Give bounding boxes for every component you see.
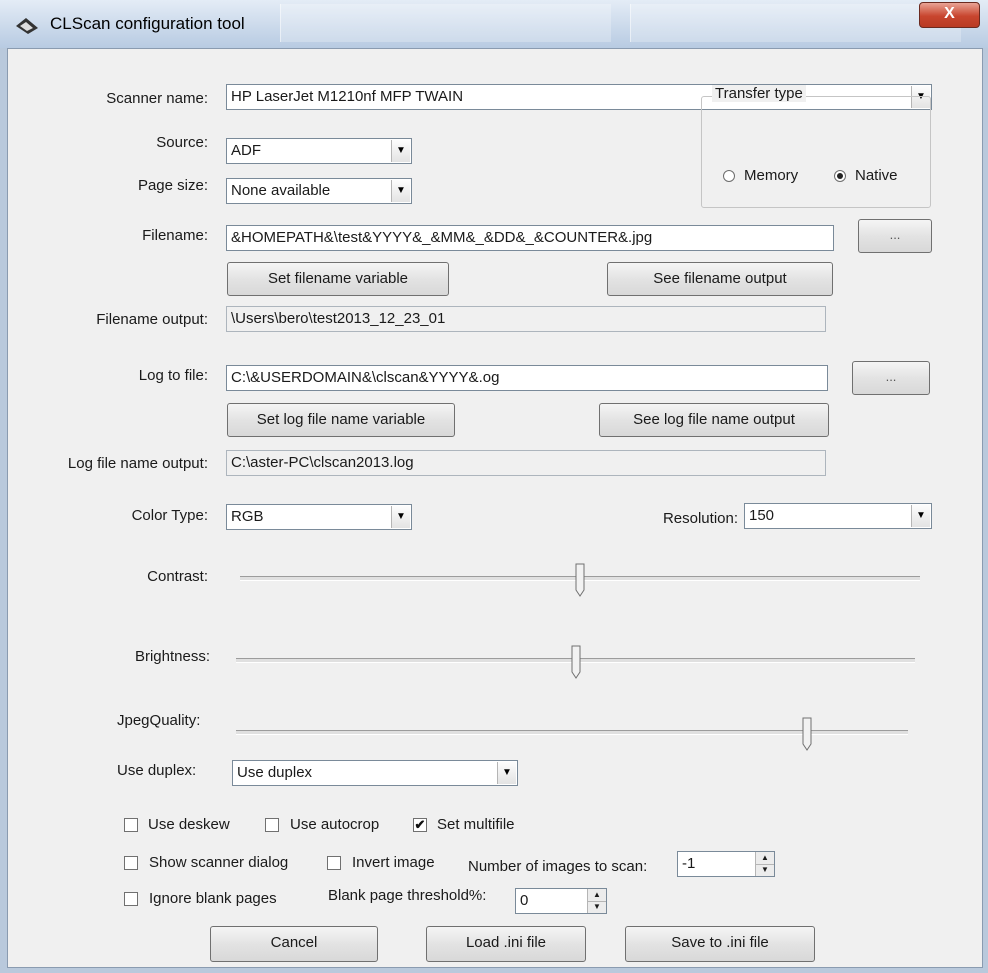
- transfer-type-title: Transfer type: [712, 85, 806, 102]
- log-file-browse-button[interactable]: ...: [852, 361, 930, 395]
- use-deskew-label[interactable]: Use deskew: [148, 816, 230, 833]
- contrast-slider-thumb[interactable]: [575, 563, 585, 597]
- use-duplex-label: Use duplex:: [117, 762, 197, 779]
- native-radio[interactable]: [834, 170, 846, 182]
- set-multifile-label[interactable]: Set multifile: [437, 816, 515, 833]
- save-ini-button[interactable]: Save to .ini file: [625, 926, 815, 962]
- source-select[interactable]: ADF ▼: [226, 138, 412, 164]
- contrast-label: Contrast:: [147, 568, 208, 585]
- memory-radio-label[interactable]: Memory: [744, 167, 798, 184]
- number-of-images-spinner[interactable]: -1 ▲ ▼: [677, 851, 775, 877]
- invert-image-checkbox[interactable]: [327, 856, 341, 870]
- resolution-value: 150: [749, 507, 775, 524]
- set-multifile-checkbox[interactable]: ✔: [413, 818, 427, 832]
- spin-down-icon[interactable]: ▼: [756, 864, 774, 876]
- brightness-label: Brightness:: [134, 648, 210, 665]
- color-type-value: RGB: [231, 508, 264, 525]
- use-deskew-checkbox[interactable]: [124, 818, 138, 832]
- page-size-select[interactable]: None available ▼: [226, 178, 412, 204]
- filename-browse-button[interactable]: ...: [858, 219, 932, 253]
- transfer-type-group: [701, 96, 931, 208]
- blank-threshold-spinner[interactable]: 0 ▲ ▼: [515, 888, 607, 914]
- number-of-images-label: Number of images to scan:: [468, 858, 648, 875]
- app-icon: [16, 18, 38, 34]
- chevron-down-icon[interactable]: ▼: [391, 140, 410, 162]
- background-window-ghost: [630, 4, 961, 42]
- use-duplex-value: Use duplex: [237, 764, 313, 781]
- chevron-down-icon[interactable]: ▼: [391, 180, 410, 202]
- brightness-slider-thumb[interactable]: [571, 645, 581, 679]
- show-scanner-dialog-checkbox[interactable]: [124, 856, 138, 870]
- scanner-name-value: HP LaserJet M1210nf MFP TWAIN: [231, 88, 464, 105]
- scanner-name-label: Scanner name:: [106, 90, 208, 107]
- chevron-down-icon[interactable]: ▼: [391, 506, 410, 528]
- use-duplex-select[interactable]: Use duplex ▼: [232, 760, 518, 786]
- color-type-select[interactable]: RGB ▼: [226, 504, 412, 530]
- chevron-down-icon[interactable]: ▼: [911, 505, 930, 527]
- cancel-button[interactable]: Cancel: [210, 926, 378, 962]
- load-ini-button[interactable]: Load .ini file: [426, 926, 586, 962]
- ignore-blank-pages-checkbox[interactable]: [124, 892, 138, 906]
- log-output-field: C:\aster-PC\clscan2013.log: [226, 450, 826, 476]
- chevron-down-icon[interactable]: ▼: [497, 762, 516, 784]
- ignore-blank-pages-label[interactable]: Ignore blank pages: [149, 890, 277, 907]
- filename-output-field: \Users\bero\test2013_12_23_01: [226, 306, 826, 332]
- source-value: ADF: [231, 142, 261, 159]
- set-filename-variable-button[interactable]: Set filename variable: [227, 262, 449, 296]
- filename-output-label: Filename output:: [96, 311, 208, 328]
- see-log-output-button[interactable]: See log file name output: [599, 403, 829, 437]
- title-bar: CLScan configuration tool X: [0, 0, 988, 48]
- see-filename-output-button[interactable]: See filename output: [607, 262, 833, 296]
- native-radio-label[interactable]: Native: [855, 167, 898, 184]
- resolution-label: Resolution:: [662, 510, 738, 527]
- log-file-input[interactable]: C:\&USERDOMAIN&\clscan&YYYY&.og: [226, 365, 828, 391]
- filename-input[interactable]: &HOMEPATH&\test&YYYY&_&MM&_&DD&_&COUNTER…: [226, 225, 834, 251]
- show-scanner-dialog-label[interactable]: Show scanner dialog: [149, 854, 288, 871]
- color-type-label: Color Type:: [131, 507, 208, 524]
- page-size-label: Page size:: [137, 177, 208, 194]
- background-window-ghost: [280, 4, 611, 42]
- source-label: Source:: [156, 134, 208, 151]
- log-output-label: Log file name output:: [67, 455, 208, 472]
- memory-radio[interactable]: [723, 170, 735, 182]
- jpeg-quality-label: JpegQuality:: [117, 712, 201, 729]
- number-of-images-value: -1: [682, 855, 696, 872]
- spin-down-icon[interactable]: ▼: [588, 901, 606, 913]
- use-autocrop-label[interactable]: Use autocrop: [290, 816, 379, 833]
- blank-threshold-label: Blank page threshold%:: [328, 887, 487, 904]
- set-log-variable-button[interactable]: Set log file name variable: [227, 403, 455, 437]
- filename-label: Filename:: [142, 227, 208, 244]
- resolution-select[interactable]: 150 ▼: [744, 503, 932, 529]
- close-button[interactable]: X: [919, 2, 980, 28]
- invert-image-label[interactable]: Invert image: [352, 854, 435, 871]
- window-title: CLScan configuration tool: [50, 14, 245, 33]
- blank-threshold-value: 0: [520, 892, 529, 909]
- jpeg-quality-slider-thumb[interactable]: [802, 717, 812, 751]
- page-size-value: None available: [231, 182, 331, 199]
- log-file-label: Log to file:: [138, 367, 208, 384]
- use-autocrop-checkbox[interactable]: [265, 818, 279, 832]
